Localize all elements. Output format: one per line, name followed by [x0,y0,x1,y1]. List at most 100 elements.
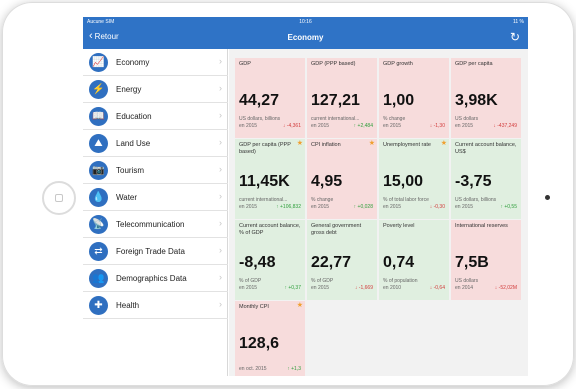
tile-unit: % of population [383,278,418,284]
tile-value: 15,00 [383,173,424,190]
tile-year: en 2015 [383,123,402,129]
tile-year: en 2010 [383,285,402,291]
clock: 10:16 [299,19,312,25]
sidebar-item-foreign-trade-data[interactable]: ⇄ Foreign Trade Data › [83,238,228,265]
tile-unit: US dollars, billions [455,197,497,203]
battery-label: 11 % [512,19,524,25]
camera-icon: 📷 [89,161,108,180]
indicator-grid: GDP 44,27 US dollars, billions en 2015 ↓ -4,… [229,49,528,376]
tile-title: Poverty level [383,223,415,229]
front-camera [545,195,550,200]
tile-year: en 2015 [239,204,258,210]
tile-year: en 2015 [311,285,330,291]
book-icon: 📖 [89,107,108,126]
sidebar-item-health[interactable]: ✚ Health › [83,292,228,319]
tile-title: Unemployment rate [383,142,431,148]
tile-change: ↓ -52,02M [494,285,517,291]
sidebar-item-economy[interactable]: 📈 Economy › [83,49,228,76]
tile-unit: current international... [311,116,360,122]
sidebar-item-label: Water [116,193,138,202]
sidebar-item-telecommunication[interactable]: 📡 Telecommunication › [83,211,228,238]
sidebar-item-label: Foreign Trade Data [116,247,185,256]
sidebar-item-label: Health [116,301,140,310]
indicator-tile[interactable]: Poverty level 0,74 % of population en 2010 ↓… [379,220,449,300]
sidebar-item-land-use[interactable]: ⛰ Land Use › [83,130,228,157]
tile-change: ↓ -437,249 [493,123,517,129]
tile-change: ↑ +1,3 [287,366,301,372]
indicator-tile[interactable]: GDP per capita 3,98K US dollars en 2015 ↓ -4… [451,58,521,138]
refresh-icon[interactable]: ↻ [510,30,520,44]
nav-bar: ‹ Retour Economy ↻ [83,27,528,49]
star-icon[interactable]: ★ [297,301,303,309]
indicator-tile[interactable]: CPI inflation 4,95 % change en 2015 ↑ +0,028… [307,139,377,219]
tile-title: Current account balance, % of GDP [239,223,301,236]
sidebar-item-water[interactable]: 💧 Water › [83,184,228,211]
sidebar-item-label: Telecommunication [116,220,185,229]
tile-year: en 2014 [455,285,474,291]
tile-title: International reserves [455,223,508,229]
chevron-right-icon: › [219,56,222,66]
sidebar-item-label: Demographics Data [116,274,187,283]
tile-year: en 2015 [455,204,474,210]
page-title: Economy [287,33,324,42]
indicator-tile[interactable]: GDP per capita (PPP based) 11,45K current … [235,139,305,219]
people-icon: 👥 [89,269,108,288]
sidebar: 📈 Economy › ⚡ Energy › 📖 Education › ⛰ Land Use › 📷 T… [83,49,228,376]
tile-change: ↓ -0,64 [429,285,445,291]
tile-unit: % of total labor force [383,197,429,203]
tile-unit: % of GDP [311,278,334,284]
chevron-right-icon: › [219,83,222,93]
star-icon[interactable]: ★ [441,139,447,147]
tile-title: Current account balance, US$ [455,142,517,155]
chevron-right-icon: › [219,164,222,174]
tile-title: GDP per capita [455,61,493,67]
chevron-right-icon: › [219,299,222,309]
sidebar-item-energy[interactable]: ⚡ Energy › [83,76,228,103]
tile-change: ↑ +0,55 [500,204,517,210]
tile-value: 4,95 [311,173,343,190]
sidebar-item-label: Economy [116,58,150,67]
indicator-tile[interactable]: Unemployment rate 15,00 % of total labor f… [379,139,449,219]
tile-change: ↑ +106,832 [276,204,301,210]
tile-value: -8,48 [239,254,276,271]
tile-change: ↓ -0,30 [429,204,445,210]
tile-value: 7,5B [455,254,489,271]
indicator-tile[interactable]: General government gross debt 22,77 % of G… [307,220,377,300]
tile-value: 3,98K [455,92,498,109]
star-icon[interactable]: ★ [369,139,375,147]
trade-icon: ⇄ [89,242,108,261]
tile-title: CPI inflation [311,142,341,148]
tile-title: General government gross debt [311,223,362,236]
chevron-right-icon: › [219,191,222,201]
tile-year: en 2015 [239,123,258,129]
tile-year: en oct. 2015 [239,366,267,372]
star-icon[interactable]: ★ [297,139,303,147]
app-screen: Aucune SIM 10:16 11 % ‹ Retour Economy ↻… [83,17,528,376]
tile-value: 0,74 [383,254,415,271]
tile-unit: US dollars [455,116,479,122]
indicator-tile[interactable]: GDP growth 1,00 % change en 2015 ↓ -1,30 [379,58,449,138]
status-bar: Aucune SIM 10:16 11 % [83,17,528,27]
indicator-tile[interactable]: GDP (PPP based) 127,21 current internation… [307,58,377,138]
home-button[interactable] [42,181,76,215]
sidebar-item-tourism[interactable]: 📷 Tourism › [83,157,228,184]
tile-year: en 2015 [239,285,258,291]
sidebar-item-education[interactable]: 📖 Education › [83,103,228,130]
sidebar-item-demographics-data[interactable]: 👥 Demographics Data › [83,265,228,292]
indicator-tile[interactable]: GDP 44,27 US dollars, billions en 2015 ↓ -4,… [235,58,305,138]
chevron-right-icon: › [219,218,222,228]
tile-year: en 2015 [383,204,402,210]
tile-value: 11,45K [239,173,290,190]
tile-year: en 2015 [311,123,330,129]
indicator-tile[interactable]: International reserves 7,5B US dollars en 2… [451,220,521,300]
indicator-tile[interactable]: Current account balance, US$ -3,75 US doll… [451,139,521,219]
indicator-tile[interactable]: Monthly CPI 128,6 en oct. 2015 ↑ +1,3 ★ [235,301,305,376]
ipad-frame: Aucune SIM 10:16 11 % ‹ Retour Economy ↻… [2,2,574,386]
indicator-tile[interactable]: Current account balance, % of GDP -8,48 % … [235,220,305,300]
tile-title: GDP growth [383,61,413,67]
tile-change: ↓ -1,30 [429,123,445,129]
tile-change: ↓ -4,361 [282,123,301,129]
tile-unit: % change [311,197,334,203]
tile-change: ↑ +2,484 [353,123,373,129]
tile-year: en 2015 [311,204,330,210]
